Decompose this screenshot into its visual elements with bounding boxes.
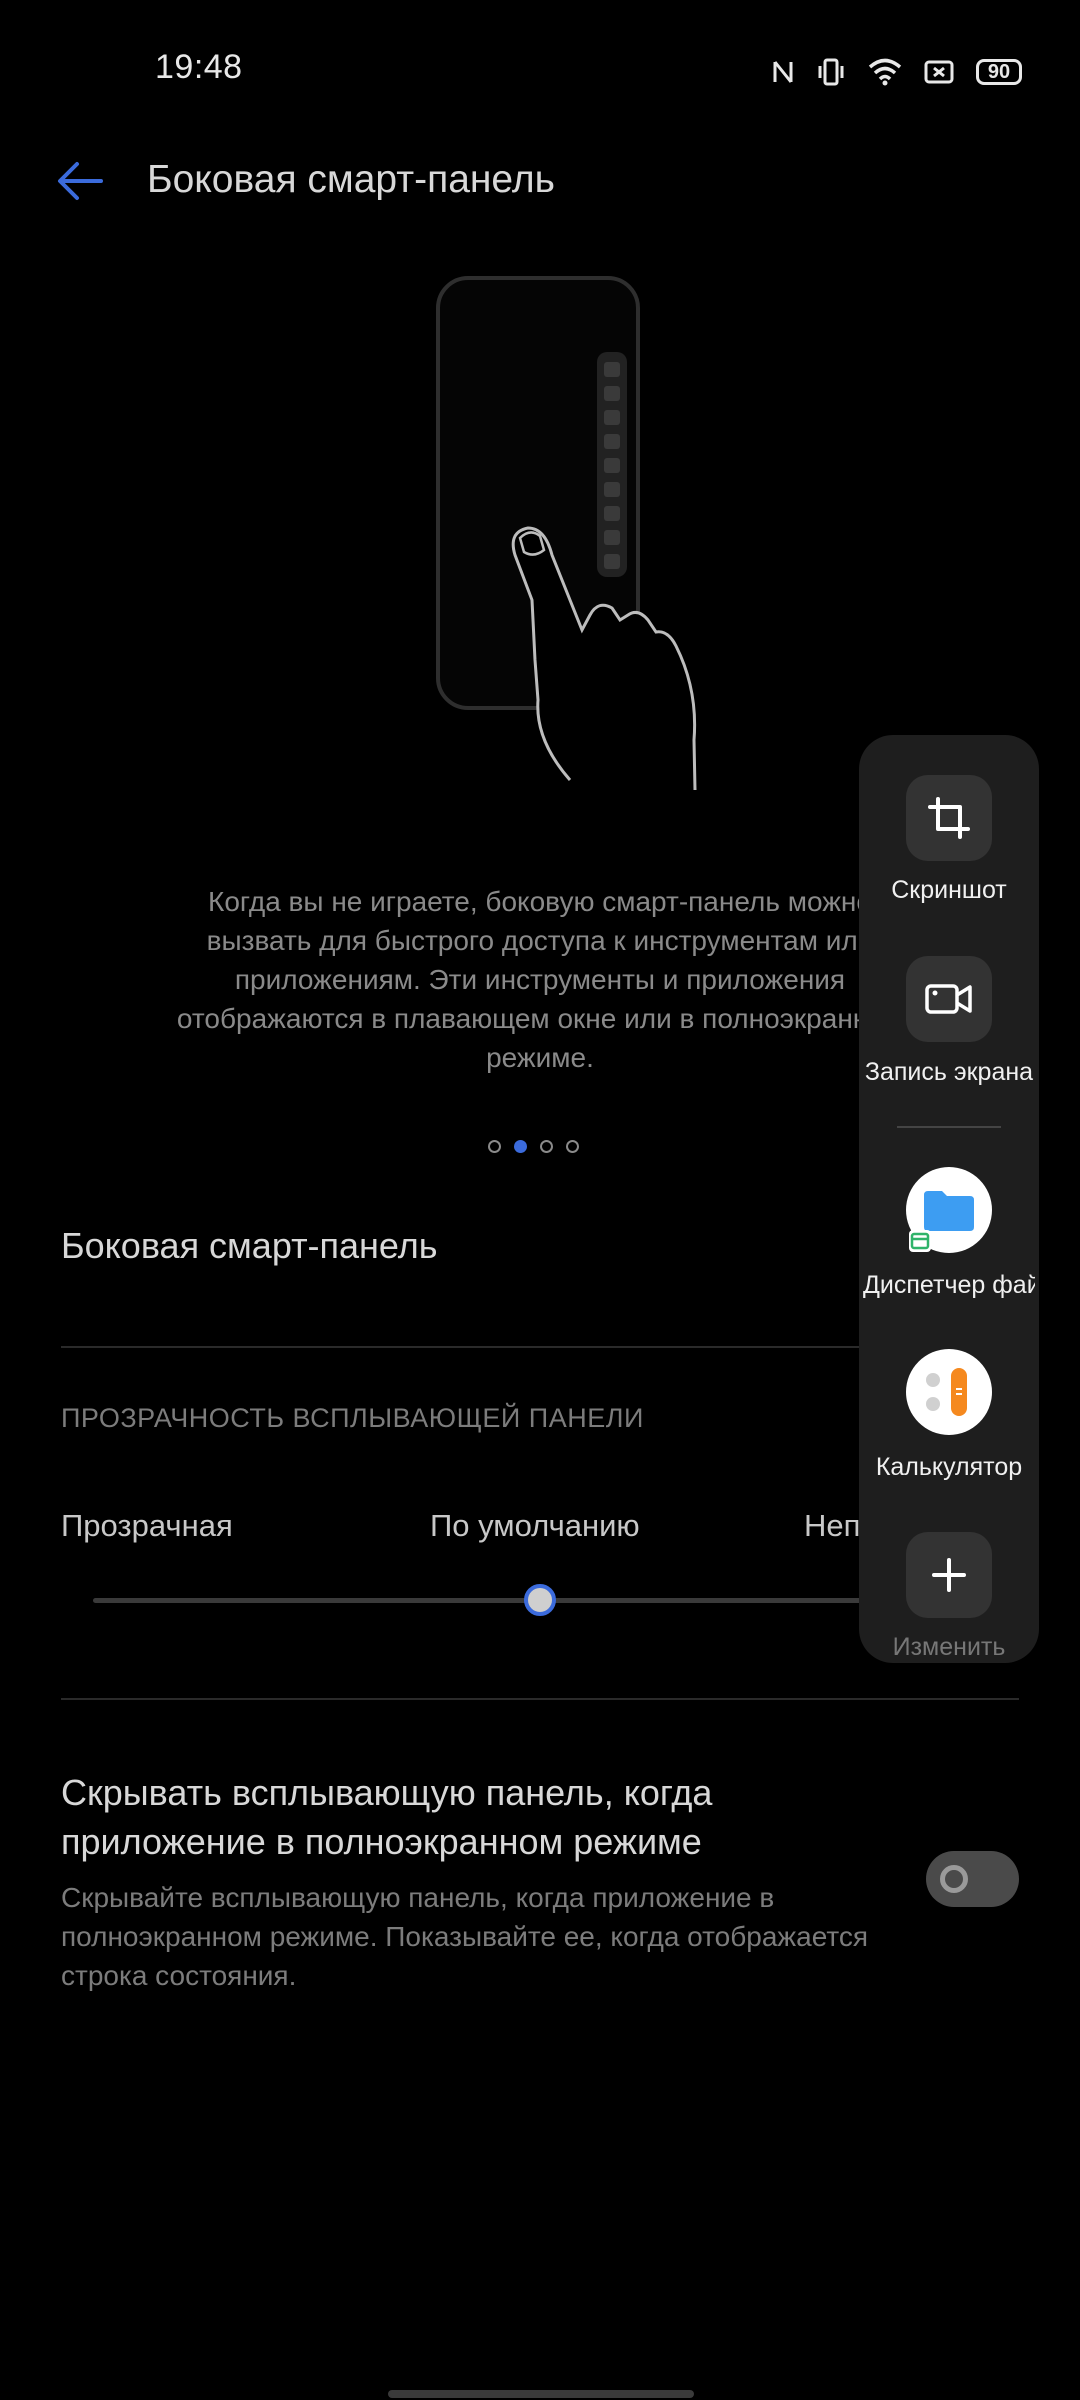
video-camera-icon xyxy=(906,956,992,1042)
calculator-icon xyxy=(906,1349,992,1435)
panel-divider xyxy=(897,1126,1001,1128)
transparency-section-header: ПРОЗРАЧНОСТЬ ВСПЛЫВАЮЩЕЙ ПАНЕЛИ xyxy=(61,1403,644,1433)
status-time: 19:48 xyxy=(155,48,243,86)
battery-icon: 90 xyxy=(976,59,1022,85)
smart-panel-setting[interactable]: Боковая смарт-панель xyxy=(61,1225,438,1267)
back-arrow-icon[interactable] xyxy=(55,158,105,204)
transparency-option-default: По умолчанию xyxy=(430,1508,640,1543)
page-dot xyxy=(540,1140,553,1153)
panel-item-label: Изменить xyxy=(892,1633,1006,1661)
page-title: Боковая смарт-панель xyxy=(147,158,555,201)
page-dot xyxy=(566,1140,579,1153)
page-dot xyxy=(488,1140,501,1153)
wifi-icon xyxy=(868,58,902,86)
nfc-icon xyxy=(773,61,793,83)
hide-panel-title: Скрывать всплывающую панель, когда прило… xyxy=(61,1772,713,1862)
status-icons: 90 xyxy=(772,52,1022,92)
panel-item-label: Скриншот xyxy=(891,876,1007,904)
floating-window-badge-icon xyxy=(909,1230,931,1252)
phone-gesture-illustration xyxy=(436,276,697,791)
hide-panel-toggle[interactable] xyxy=(926,1851,1019,1907)
page-indicator xyxy=(488,1140,579,1153)
toggle-knob xyxy=(940,1865,968,1893)
panel-item-label: Запись экрана xyxy=(864,1058,1034,1086)
page-dot-active xyxy=(514,1140,527,1153)
floating-smart-panel: Скриншот Запись экрана Диспетчер файлов xyxy=(859,735,1039,1663)
transparency-slider-thumb[interactable] xyxy=(524,1584,556,1616)
plus-icon xyxy=(906,1532,992,1618)
divider xyxy=(61,1698,1019,1700)
crop-icon xyxy=(906,775,992,861)
vibrate-icon xyxy=(818,58,844,86)
home-indicator[interactable] xyxy=(388,2390,694,2398)
panel-item-label: Калькулятор xyxy=(875,1453,1023,1481)
no-sim-icon xyxy=(924,60,954,84)
hide-panel-description: Скрывайте всплывающую панель, когда прил… xyxy=(61,1882,869,1991)
intro-description: Когда вы не играете, боковую смарт-панел… xyxy=(176,886,904,1073)
transparency-option-transparent: Прозрачная xyxy=(61,1508,233,1543)
panel-item-label: Диспетчер файлов xyxy=(863,1271,1035,1299)
